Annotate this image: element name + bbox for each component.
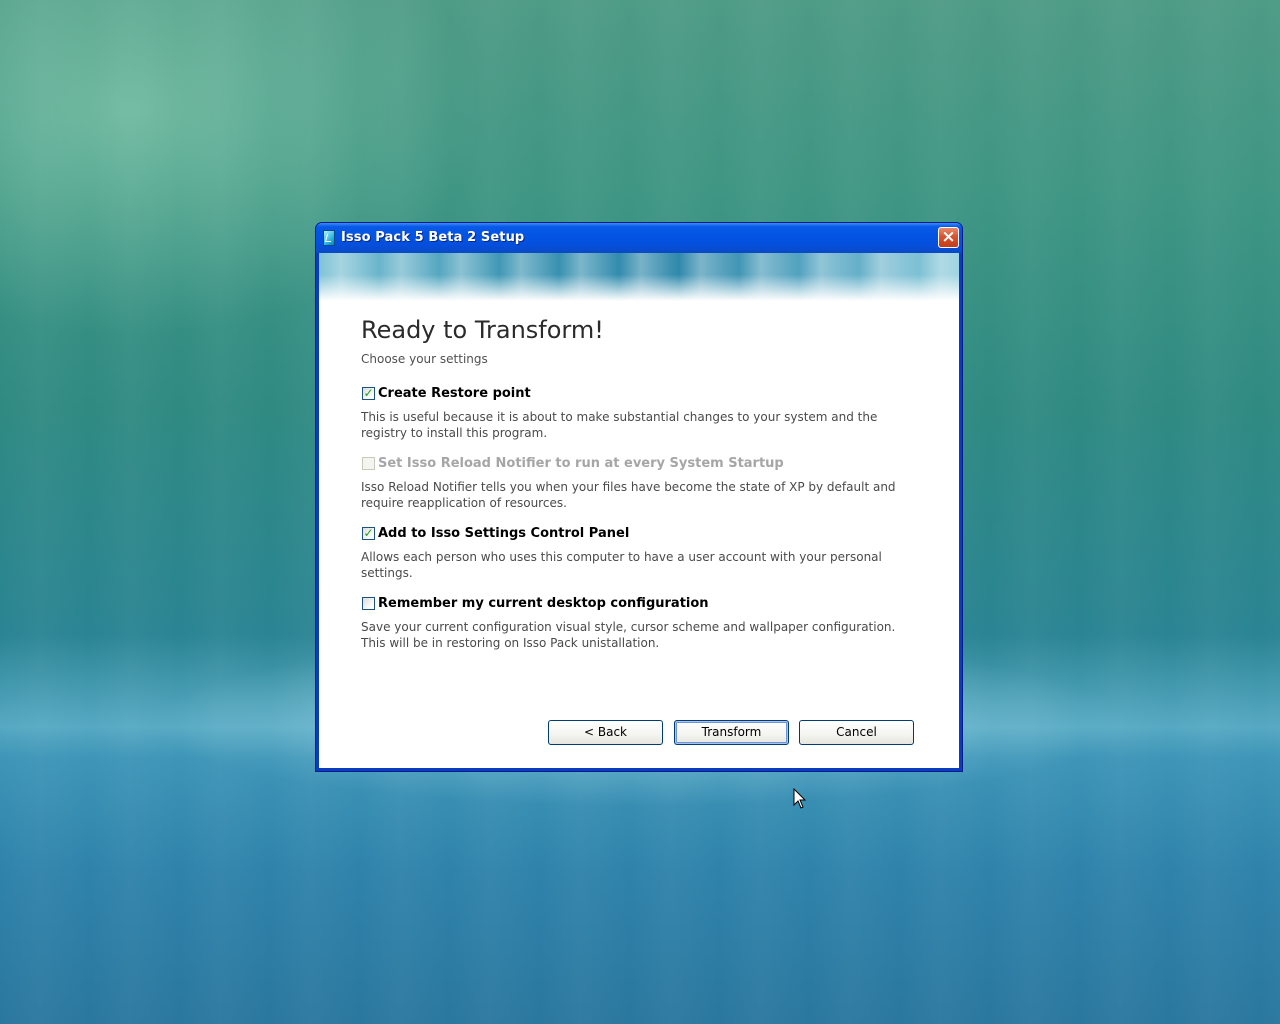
window-title: Isso Pack 5 Beta 2 Setup xyxy=(341,230,525,245)
option-reload-notifier-startup: Set Isso Reload Notifier to run at every… xyxy=(361,455,921,511)
page-title: Ready to Transform! xyxy=(361,316,604,344)
setup-app-icon xyxy=(323,230,335,246)
option-create-restore-point: ✓ Create Restore point This is useful be… xyxy=(361,385,921,441)
create-restore-point-description: This is useful because it is about to ma… xyxy=(361,410,878,440)
reload-notifier-startup-checkbox[interactable] xyxy=(362,457,375,470)
checkmark-icon xyxy=(363,455,374,468)
setup-dialog: Isso Pack 5 Beta 2 Setup × Ready to Tran… xyxy=(316,223,962,771)
checkmark-icon: ✓ xyxy=(363,386,374,400)
option-remember-desktop-config: Remember my current desktop configuratio… xyxy=(361,595,921,651)
back-button[interactable]: < Back xyxy=(548,720,663,745)
cancel-button[interactable]: Cancel xyxy=(799,720,914,745)
page-subtitle: Choose your settings xyxy=(361,352,488,366)
add-settings-control-panel-checkbox[interactable]: ✓ xyxy=(362,526,375,540)
add-settings-control-panel-label[interactable]: Add to Isso Settings Control Panel xyxy=(378,526,629,541)
checkmark-icon xyxy=(363,595,374,608)
remember-desktop-config-label[interactable]: Remember my current desktop configuratio… xyxy=(378,596,709,611)
close-button[interactable]: × xyxy=(938,227,959,248)
checkmark-icon: ✓ xyxy=(363,526,374,540)
title-bar[interactable]: Isso Pack 5 Beta 2 Setup × xyxy=(316,223,962,253)
mouse-pointer-icon xyxy=(793,788,807,809)
close-icon: × xyxy=(941,227,956,247)
transform-button[interactable]: Transform xyxy=(674,720,789,745)
remember-desktop-config-description: Save your current configuration visual s… xyxy=(361,620,896,650)
header-banner xyxy=(319,253,959,301)
option-add-settings-control-panel: ✓ Add to Isso Settings Control Panel All… xyxy=(361,525,921,581)
create-restore-point-label[interactable]: Create Restore point xyxy=(378,386,531,401)
reload-notifier-startup-description: Isso Reload Notifier tells you when your… xyxy=(361,480,896,510)
reload-notifier-startup-label: Set Isso Reload Notifier to run at every… xyxy=(378,456,784,471)
create-restore-point-checkbox[interactable]: ✓ xyxy=(362,386,375,400)
remember-desktop-config-checkbox[interactable] xyxy=(362,597,375,610)
add-settings-control-panel-description: Allows each person who uses this compute… xyxy=(361,550,882,580)
